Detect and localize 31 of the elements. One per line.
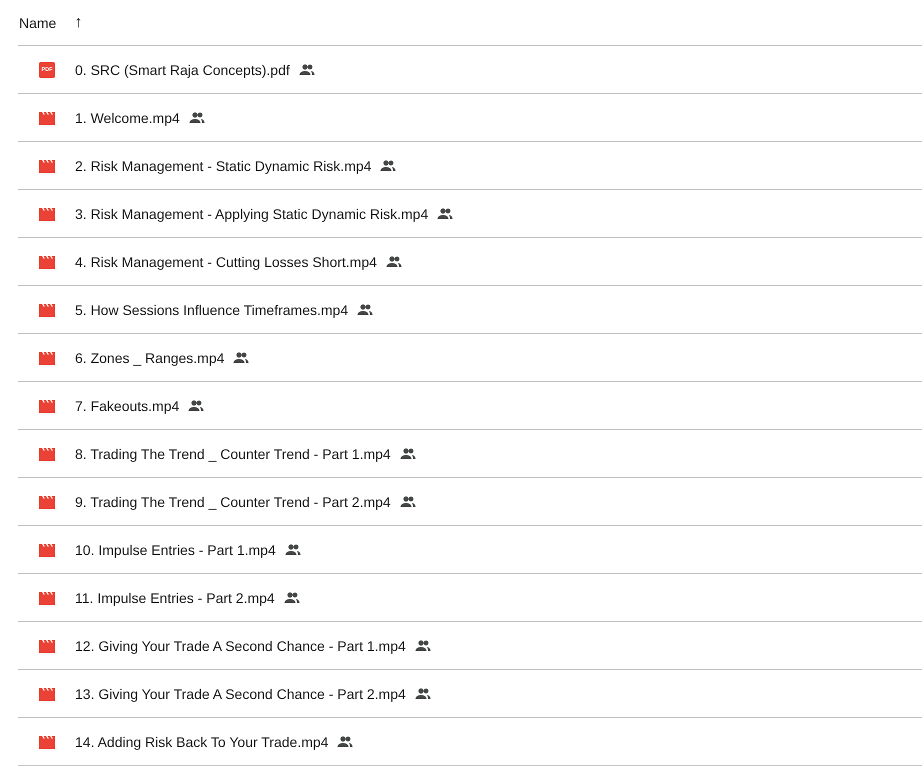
- file-name[interactable]: 1. Welcome.mp4: [75, 110, 180, 126]
- video-file-icon: [39, 494, 55, 508]
- video-file-icon: [39, 254, 55, 268]
- video-file-icon: [39, 590, 55, 604]
- file-name[interactable]: 6. Zones _ Ranges.mp4: [75, 350, 224, 366]
- video-file-icon: [39, 446, 55, 460]
- file-name[interactable]: 12. Giving Your Trade A Second Chance - Part 1.mp4: [75, 638, 406, 654]
- video-file-icon: [39, 542, 55, 556]
- video-file-icon: [39, 206, 55, 220]
- file-name[interactable]: 2. Risk Management - Static Dynamic Risk.mp4: [75, 158, 372, 174]
- video-file-icon: [39, 734, 55, 748]
- sort-ascending-button[interactable]: ↑: [74, 14, 82, 32]
- file-name[interactable]: 8. Trading The Trend _ Counter Trend - Part 1.mp4: [75, 446, 391, 462]
- video-file-icon: [39, 158, 55, 172]
- video-file-icon: [39, 302, 55, 316]
- file-name[interactable]: 14. Adding Risk Back To Your Trade.mp4: [75, 734, 328, 750]
- name-column-header[interactable]: Name: [19, 14, 56, 30]
- video-file-icon: [39, 638, 55, 652]
- video-file-icon: [39, 350, 55, 364]
- file-name[interactable]: 9. Trading The Trend _ Counter Trend - Part 2.mp4: [75, 494, 391, 510]
- file-name[interactable]: 13. Giving Your Trade A Second Chance - Part 2.mp4: [75, 686, 406, 702]
- file-name[interactable]: 0. SRC (Smart Raja Concepts).pdf: [75, 62, 290, 78]
- video-file-icon: [39, 686, 55, 700]
- file-name[interactable]: 11. Impulse Entries - Part 2.mp4: [75, 590, 275, 606]
- file-name[interactable]: 3. Risk Management - Applying Static Dynamic Risk.mp4: [75, 206, 428, 222]
- file-name[interactable]: 7. Fakeouts.mp4: [75, 398, 180, 414]
- video-file-icon: [39, 110, 55, 124]
- video-file-icon: [39, 398, 55, 412]
- file-name[interactable]: 10. Impulse Entries - Part 1.mp4: [75, 542, 276, 558]
- file-name[interactable]: 4. Risk Management - Cutting Losses Short.mp4: [75, 254, 377, 270]
- file-name[interactable]: 5. How Sessions Influence Timeframes.mp4: [75, 302, 348, 318]
